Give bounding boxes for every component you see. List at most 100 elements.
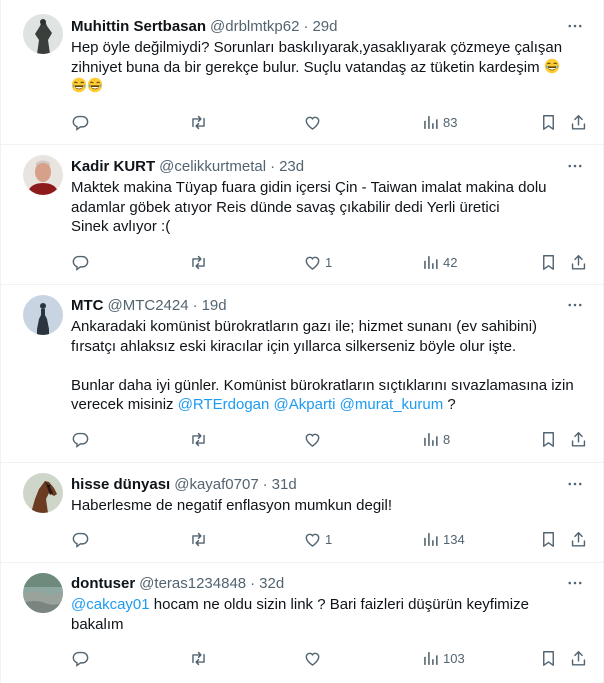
retweet-button[interactable] <box>189 427 211 451</box>
like-button[interactable]: 1 <box>303 527 332 551</box>
retweet-button[interactable] <box>189 250 211 274</box>
bookmark-icon <box>539 649 558 668</box>
separator-dot: · <box>192 296 198 314</box>
timestamp[interactable]: 32d <box>259 575 284 592</box>
author-handle[interactable]: @teras1234848 <box>139 575 246 592</box>
views-icon <box>421 253 440 272</box>
more-options-button[interactable] <box>563 16 587 36</box>
tweet-text-line: Hep öyle değilmiydi? Sorunları baskılıya… <box>71 39 563 56</box>
like-icon <box>303 530 322 549</box>
more-options-button[interactable] <box>563 573 587 593</box>
share-icon <box>569 530 588 549</box>
reply-button[interactable] <box>71 646 93 670</box>
retweet-button[interactable] <box>189 110 211 134</box>
bookmark-button[interactable] <box>539 527 558 551</box>
tweet-1[interactable]: Muhittin Sertbasan @drblmtkp62 · 29d Hep… <box>1 0 604 145</box>
tweet-text-segment: verecek misiniz <box>71 396 174 413</box>
avatar-hisse[interactable] <box>23 473 63 513</box>
like-button[interactable] <box>303 646 325 670</box>
share-button[interactable] <box>569 646 588 670</box>
like-icon <box>303 113 322 132</box>
author-handle[interactable]: @drblmtkp62 <box>210 18 299 35</box>
reply-button[interactable] <box>71 110 93 134</box>
view-count: 83 <box>443 114 458 130</box>
views-icon <box>421 649 440 668</box>
separator-dot: · <box>262 475 268 493</box>
mention-link[interactable]: @Akparti <box>274 396 336 413</box>
like-count: 1 <box>325 531 333 547</box>
more-options-button[interactable] <box>563 295 587 315</box>
view-count: 42 <box>443 254 458 270</box>
mention-link[interactable]: @RTErdogan <box>178 396 270 413</box>
timestamp[interactable]: 31d <box>272 476 297 493</box>
bookmark-button[interactable] <box>539 646 558 670</box>
tweet-5[interactable]: dontuser @teras1234848 · 32d @cakcay01 h… <box>1 563 604 683</box>
more-options-button[interactable] <box>563 474 587 494</box>
share-button[interactable] <box>569 427 588 451</box>
share-button[interactable] <box>569 110 588 134</box>
share-button[interactable] <box>569 527 588 551</box>
author-handle[interactable]: @MTC2424 <box>108 297 189 314</box>
avatar-muhittin[interactable] <box>23 14 63 54</box>
tweet-actions: 1 42 <box>61 250 595 274</box>
author-handle[interactable]: @kayaf0707 <box>174 476 258 493</box>
timestamp[interactable]: 29d <box>312 18 337 35</box>
laughing-emoji <box>544 58 560 74</box>
views-button[interactable]: 83 <box>421 110 457 134</box>
author-name[interactable]: hisse dünyası <box>71 476 170 493</box>
timestamp[interactable]: 23d <box>279 158 304 175</box>
view-count: 103 <box>443 650 465 666</box>
tweet-2[interactable]: Kadir KURT @celikkurtmetal · 23d Maktek … <box>1 145 604 285</box>
avatar-mtc[interactable] <box>23 295 63 335</box>
tweet-text-line: Sinek avlıyor :( <box>71 218 171 235</box>
bookmark-button[interactable] <box>539 110 558 134</box>
author-name[interactable]: Muhittin Sertbasan <box>71 18 206 35</box>
reply-button[interactable] <box>71 427 93 451</box>
tweet-3[interactable]: MTC @MTC2424 · 19d Ankaradaki komünist b… <box>1 285 604 463</box>
avatar-kadir[interactable] <box>23 155 63 195</box>
like-button[interactable] <box>303 110 325 134</box>
retweet-button[interactable] <box>189 527 211 551</box>
view-count: 134 <box>443 531 465 547</box>
views-button[interactable]: 134 <box>421 527 465 551</box>
bookmark-button[interactable] <box>539 250 558 274</box>
like-icon <box>303 649 322 668</box>
like-count: 1 <box>325 254 333 270</box>
mention-link[interactable]: @murat_kurum <box>340 396 444 413</box>
reply-button[interactable] <box>71 527 93 551</box>
more-options-button[interactable] <box>563 156 587 176</box>
reply-icon <box>71 430 90 449</box>
views-button[interactable]: 103 <box>421 646 465 670</box>
author-name[interactable]: MTC <box>71 297 104 314</box>
author-handle[interactable]: @celikkurtmetal <box>159 158 266 175</box>
tweet-text-line: Maktek makina Tüyap fuara gidin içersi Ç… <box>71 179 547 196</box>
like-icon <box>303 430 322 449</box>
tweet-4[interactable]: hisse dünyası @kayaf0707 · 31d Haberlesm… <box>1 463 604 563</box>
reply-button[interactable] <box>71 250 93 274</box>
bookmark-icon <box>539 113 558 132</box>
avatar-dontuser[interactable] <box>23 573 63 613</box>
like-button[interactable]: 1 <box>303 250 332 274</box>
tweet-text-line: Haberlesme de negatif enflasyon mumkun d… <box>71 497 393 514</box>
like-button[interactable] <box>303 427 325 451</box>
author-name[interactable]: dontuser <box>71 575 135 592</box>
share-button[interactable] <box>569 250 588 274</box>
views-button[interactable]: 8 <box>421 427 450 451</box>
tweet-header: hisse dünyası @kayaf0707 · 31d <box>71 474 565 494</box>
retweet-button[interactable] <box>189 646 211 670</box>
mention-link[interactable]: @cakcay01 <box>71 596 150 613</box>
reply-icon <box>71 530 90 549</box>
bookmark-button[interactable] <box>539 427 558 451</box>
more-icon <box>566 157 584 175</box>
views-button[interactable]: 42 <box>421 250 457 274</box>
tweet-actions: 8 <box>61 427 595 451</box>
author-name[interactable]: Kadir KURT <box>71 158 155 175</box>
share-icon <box>569 649 588 668</box>
timestamp[interactable]: 19d <box>202 297 227 314</box>
views-icon <box>421 430 440 449</box>
tweet-header: Muhittin Sertbasan @drblmtkp62 · 29d <box>71 16 565 36</box>
more-icon <box>566 574 584 592</box>
reply-icon <box>71 649 90 668</box>
bookmark-icon <box>539 430 558 449</box>
